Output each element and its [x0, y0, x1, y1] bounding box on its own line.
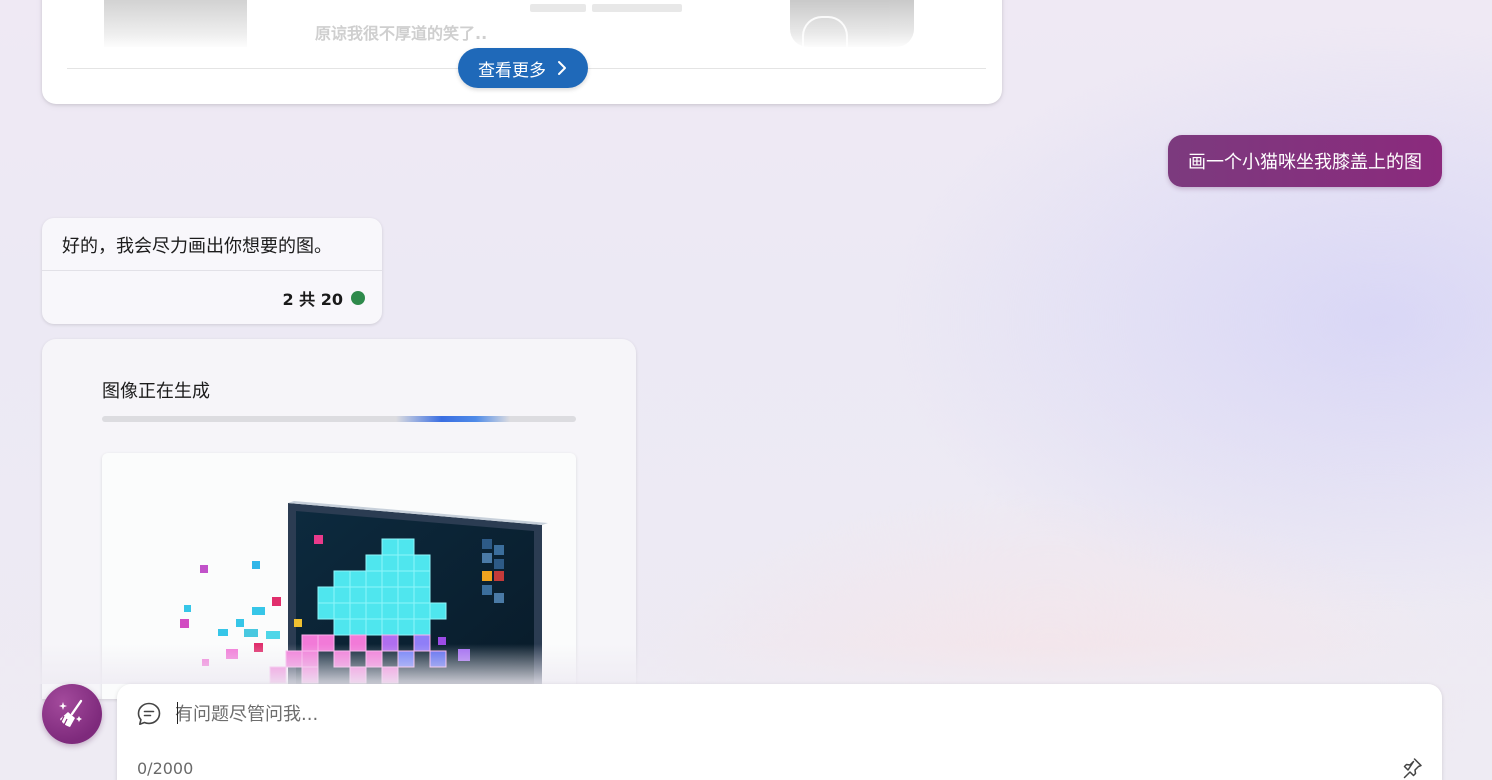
user-message-bubble: 画一个小猫咪坐我膝盖上的图 — [1168, 135, 1442, 187]
see-more-button[interactable]: 查看更多 — [458, 48, 588, 88]
result-thumbnail[interactable] — [104, 0, 247, 47]
divider — [42, 270, 382, 271]
status-dot-icon — [351, 291, 365, 305]
search-results-card: 原谅我很不厚道的笑了.. 查看更多 — [42, 0, 1002, 104]
generation-progress-bar — [102, 416, 576, 422]
generation-preview-image — [102, 453, 576, 699]
chat-composer: 0/2000 — [117, 684, 1442, 780]
see-more-label: 查看更多 — [478, 60, 546, 81]
pin-icon[interactable] — [1400, 756, 1424, 780]
chevron-right-icon — [558, 61, 566, 75]
turn-counter: 2 共 20 — [282, 286, 365, 310]
generation-status-title: 图像正在生成 — [102, 381, 210, 402]
image-generation-card: 图像正在生成 — [42, 339, 636, 699]
assistant-message-text: 好的，我会尽力画出你想要的图。 — [62, 236, 332, 257]
broom-sparkle-icon — [59, 699, 83, 727]
turn-counter-text: 2 共 20 — [282, 290, 343, 309]
pixel-monitor-illustration — [180, 501, 548, 699]
user-message-text: 画一个小猫咪坐我膝盖上的图 — [1188, 152, 1422, 173]
chat-input[interactable] — [175, 698, 1375, 730]
new-topic-button[interactable] — [42, 684, 102, 744]
result-thumbnail[interactable] — [790, 0, 914, 58]
assistant-message-bubble: 好的，我会尽力画出你想要的图。 2 共 20 — [42, 218, 382, 324]
result-snippet[interactable]: 原谅我很不厚道的笑了.. — [315, 20, 487, 44]
faded-result-meta — [530, 4, 728, 12]
text-caret — [177, 702, 178, 724]
chat-bubble-icon — [137, 702, 161, 725]
progress-indicator — [395, 416, 510, 422]
character-count: 0/2000 — [137, 759, 194, 778]
